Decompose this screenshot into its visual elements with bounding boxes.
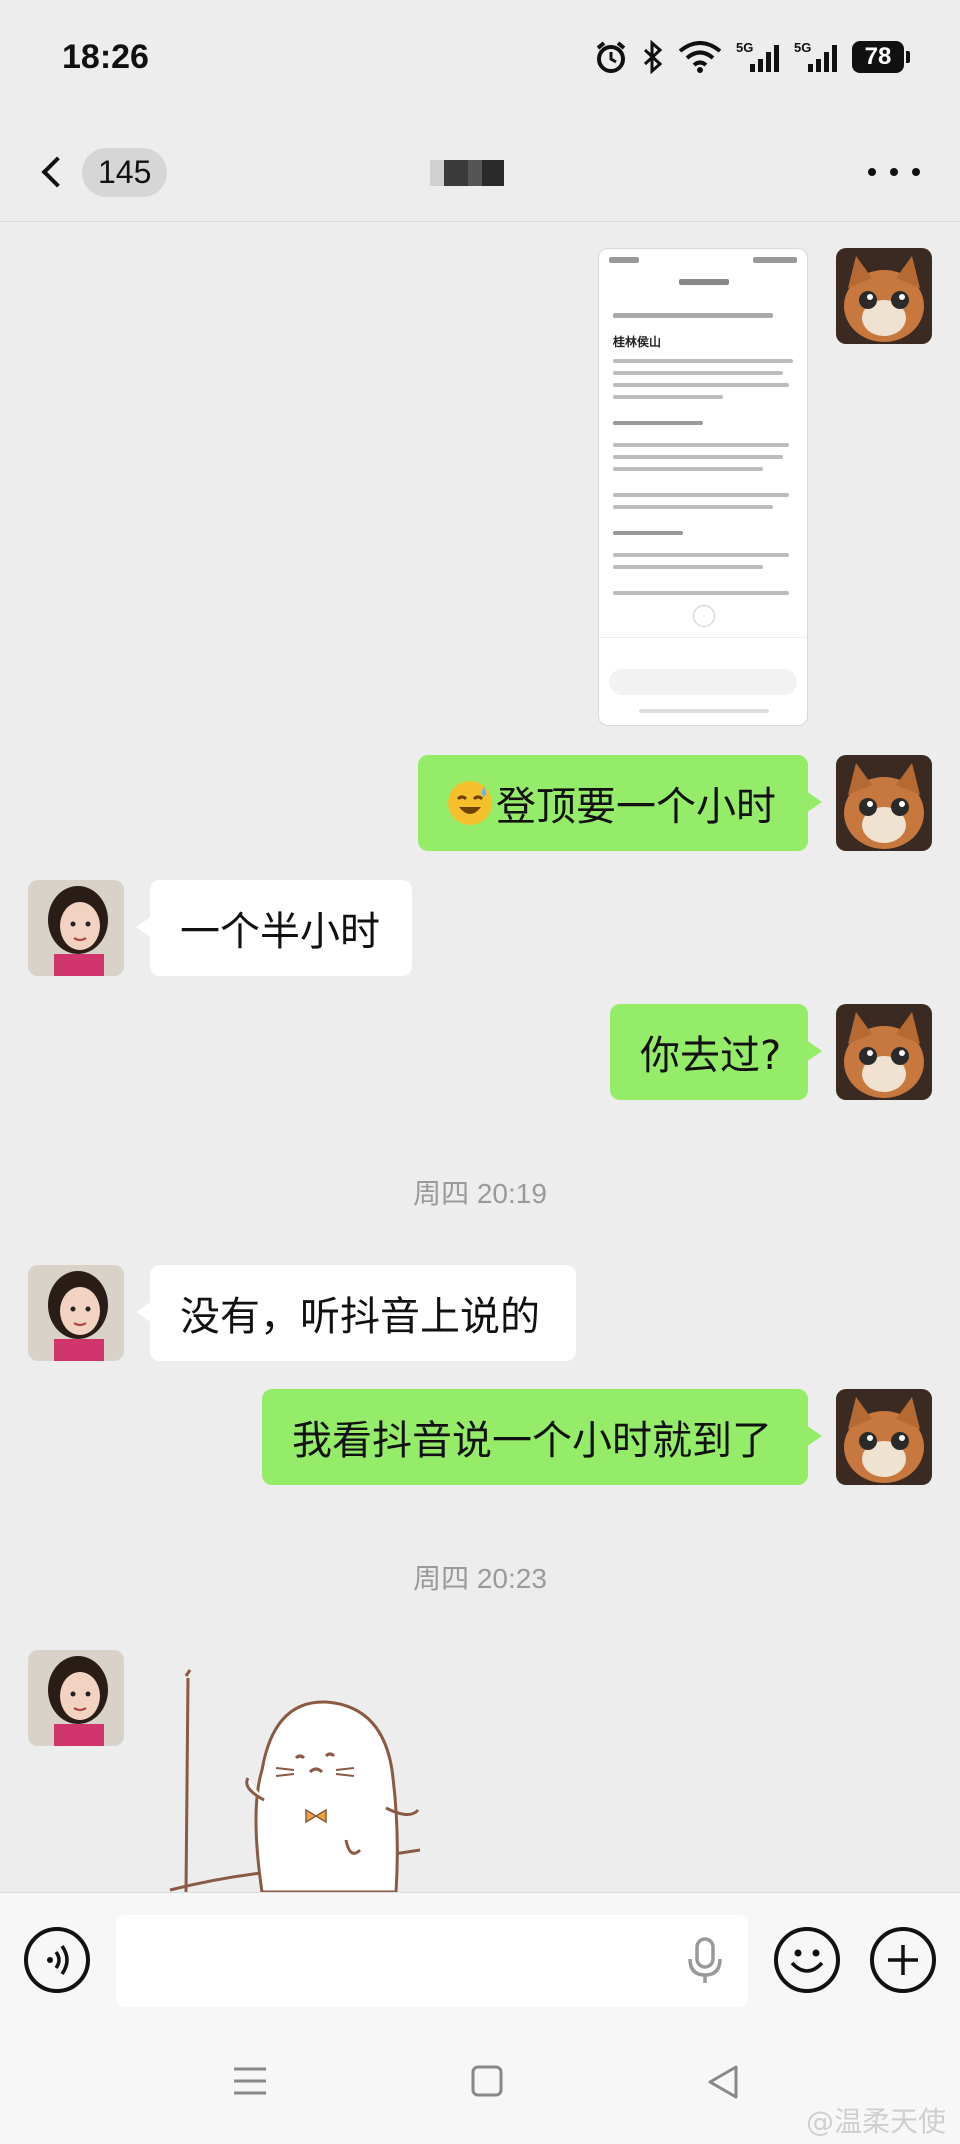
signal-2-label: 5G xyxy=(794,40,811,55)
voice-input-icon xyxy=(47,1944,69,1976)
seal-sticker[interactable] xyxy=(150,1660,440,1894)
message-text: 我看抖音说一个小时就到了 xyxy=(292,1418,772,1464)
contact-name-redacted xyxy=(430,160,504,186)
microphone-icon[interactable] xyxy=(686,1937,724,1985)
cellular-signal-icon: 5G xyxy=(794,40,837,72)
cellular-signal-icon: 5G xyxy=(736,40,779,72)
my-avatar[interactable] xyxy=(836,755,932,851)
back-chevron-icon xyxy=(41,156,73,188)
back-button[interactable]: 145 xyxy=(34,144,174,200)
my-avatar[interactable] xyxy=(836,248,932,344)
message-text: 登顶要一个小时 xyxy=(496,784,776,830)
status-time: 18:26 xyxy=(62,38,149,76)
more-functions-button[interactable] xyxy=(870,1927,936,1993)
message-text: 没有，听抖音上说的 xyxy=(180,1294,540,1340)
alarm-icon xyxy=(596,41,626,73)
watermark: @温柔天使 xyxy=(805,2105,946,2138)
contact-avatar[interactable] xyxy=(28,880,124,976)
my-avatar[interactable] xyxy=(836,1389,932,1485)
bluetooth-icon xyxy=(643,40,663,74)
message-bubble[interactable]: 没有，听抖音上说的 xyxy=(136,1265,576,1361)
status-icons: 5G 5G 78 xyxy=(594,40,910,74)
message-text-input[interactable] xyxy=(116,1915,748,2007)
message-timestamp: 周四 20:23 xyxy=(413,1563,547,1594)
home-icon[interactable] xyxy=(470,2064,504,2098)
message-bubble[interactable]: 登顶要一个小时 xyxy=(418,755,822,851)
emoji-icon xyxy=(790,1949,824,1973)
my-avatar[interactable] xyxy=(836,1004,932,1100)
plus-icon xyxy=(888,1945,918,1975)
message-bubble[interactable]: 一个半小时 xyxy=(136,880,412,976)
image-caption: 桂林侯山 xyxy=(613,335,662,349)
message-bubble[interactable]: 我看抖音说一个小时就到了 xyxy=(262,1389,822,1485)
message-text: 一个半小时 xyxy=(180,909,380,955)
contact-avatar[interactable] xyxy=(28,1650,124,1746)
signal-1-label: 5G xyxy=(736,40,753,55)
chat-header: 145 xyxy=(0,120,960,222)
unread-count-badge: 145 xyxy=(82,147,168,197)
message-text: 你去过? xyxy=(640,1033,782,1079)
emoji-button[interactable] xyxy=(774,1927,840,1993)
more-options-button[interactable] xyxy=(868,162,920,182)
contact-avatar[interactable] xyxy=(28,1265,124,1361)
message-bubble[interactable]: 你去过? xyxy=(610,1004,822,1100)
battery-level: 78 xyxy=(852,41,904,73)
image-message[interactable]: 桂林侯山 xyxy=(598,248,808,726)
system-navigation-bar: @温柔天使 xyxy=(0,2028,960,2144)
more-horizontal-icon xyxy=(868,168,876,176)
status-bar: 18:26 5G 5G 78 xyxy=(0,0,960,120)
battery-icon: 78 xyxy=(852,41,910,73)
back-triangle-icon[interactable] xyxy=(706,2064,740,2100)
wifi-icon xyxy=(678,41,722,73)
menu-icon[interactable] xyxy=(232,2066,268,2096)
sweat-laugh-emoji-icon xyxy=(448,781,492,825)
message-timestamp: 周四 20:19 xyxy=(413,1178,547,1209)
message-input-bar xyxy=(0,1892,960,2028)
voice-input-button[interactable] xyxy=(24,1927,90,1993)
